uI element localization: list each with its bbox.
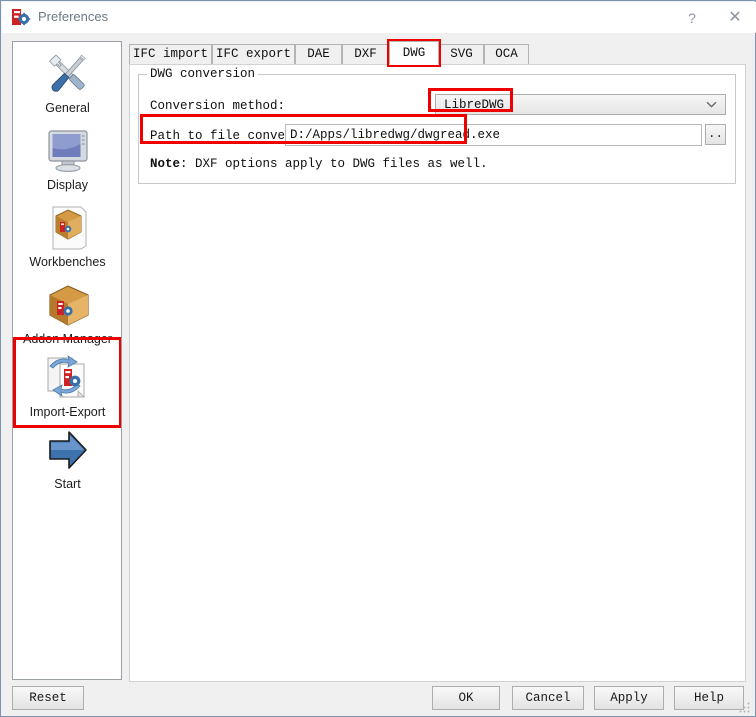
preferences-category-list[interactable]: General Display Workbenches Addon Manage…	[12, 41, 122, 680]
sidebar-item-label: General	[45, 101, 90, 115]
path-to-converter-input[interactable]	[285, 124, 702, 146]
addon-box-icon	[48, 285, 89, 326]
dwg-tab-pane: DWG conversion Conversion method: LibreD…	[129, 64, 746, 682]
conversion-method-label: Conversion method:	[150, 99, 286, 113]
apply-button[interactable]: Apply	[594, 686, 664, 710]
resize-grip-icon[interactable]	[739, 701, 751, 713]
group-title: DWG conversion	[147, 67, 259, 81]
chevron-down-icon	[706, 101, 717, 108]
tab-bar[interactable]: IFC import IFC export DAE DXF DWG SVG OC…	[129, 39, 746, 67]
workbench-box-icon	[52, 206, 86, 250]
tab-ifc-import[interactable]: IFC import	[129, 44, 212, 64]
tab-oca[interactable]: OCA	[484, 44, 529, 64]
preferences-content: IFC import IFC export DAE DXF DWG SVG OC…	[129, 39, 746, 682]
sidebar-item-label: Display	[47, 178, 88, 192]
sidebar-item-general[interactable]: General	[16, 48, 119, 116]
conversion-method-value: LibreDWG	[444, 98, 505, 112]
cancel-button[interactable]: Cancel	[512, 686, 584, 710]
note-prefix: Note	[150, 157, 181, 171]
tab-dwg[interactable]: DWG	[387, 39, 441, 67]
blue-arrow-icon	[48, 431, 87, 469]
help-button[interactable]: Help	[674, 686, 744, 710]
titlebar-help-button[interactable]: ?	[669, 3, 715, 33]
sidebar-item-addon-manager[interactable]: Addon Manager	[16, 279, 119, 347]
conversion-method-combobox[interactable]: LibreDWG	[435, 94, 726, 115]
monitor-icon	[47, 130, 88, 172]
sidebar-item-import-export[interactable]: Import-Export	[13, 337, 121, 428]
dwg-conversion-group: DWG conversion Conversion method: LibreD…	[138, 67, 736, 184]
tab-svg[interactable]: SVG	[439, 44, 484, 64]
browse-button[interactable]: ..	[705, 124, 726, 145]
tools-icon	[48, 54, 86, 92]
reset-button[interactable]: Reset	[12, 686, 84, 710]
sidebar-item-label: Workbenches	[29, 255, 106, 269]
freecad-icon	[12, 9, 31, 26]
title-bar: Preferences ? ✕	[2, 2, 756, 33]
note-body: : DXF options apply to DWG files as well…	[180, 157, 488, 171]
sidebar-item-label: Start	[54, 477, 81, 491]
sidebar-item-display[interactable]: Display	[16, 125, 119, 193]
ok-button[interactable]: OK	[432, 686, 500, 710]
titlebar-close-button[interactable]: ✕	[712, 3, 756, 33]
preferences-window: Preferences ? ✕ General Display Workbenc…	[0, 0, 756, 717]
sidebar-item-start[interactable]: Start	[16, 424, 119, 492]
import-export-icon	[47, 355, 85, 398]
tab-dae[interactable]: DAE	[295, 44, 342, 64]
window-title: Preferences	[38, 9, 109, 24]
note-text: Note: DXF options apply to DWG files as …	[150, 157, 488, 171]
sidebar-item-workbenches[interactable]: Workbenches	[16, 202, 119, 270]
tab-ifc-export[interactable]: IFC export	[212, 44, 295, 64]
tab-dxf[interactable]: DXF	[342, 44, 389, 64]
sidebar-item-label: Import-Export	[29, 405, 106, 419]
